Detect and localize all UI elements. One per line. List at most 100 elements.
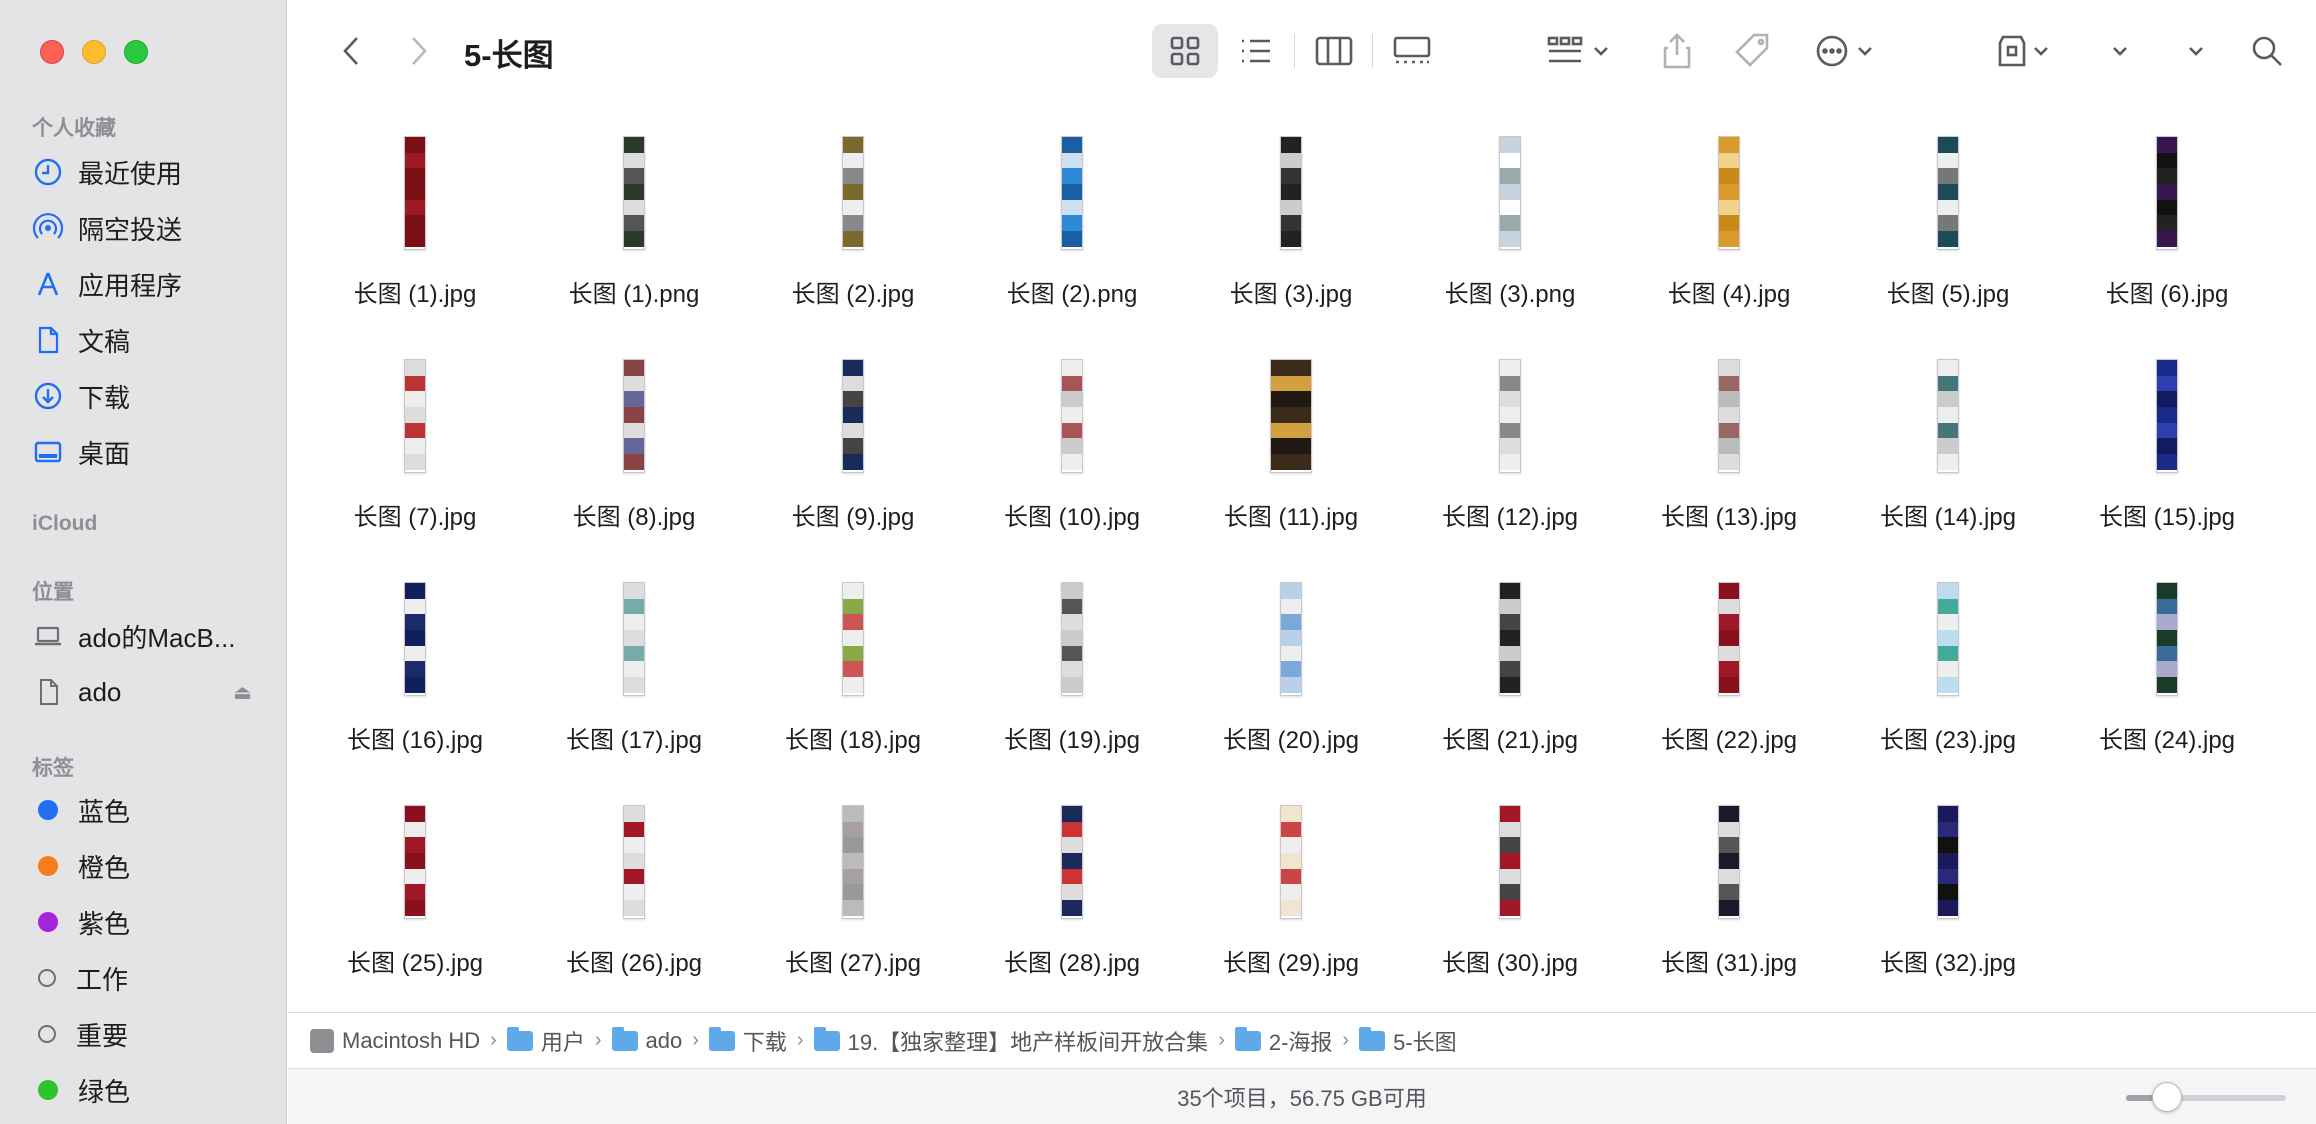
file-item[interactable]: 长图 (10).jpg [962, 343, 1182, 563]
file-thumbnail [1280, 805, 1302, 919]
sidebar-tag-orange[interactable]: 橙色 [32, 844, 252, 888]
file-name: 长图 (2).png [1006, 281, 1138, 308]
sidebar-tag-green[interactable]: 绿色 [32, 1068, 252, 1112]
file-item[interactable]: 长图 (30).jpg [1400, 789, 1620, 1009]
file-item[interactable]: 长图 (3).jpg [1181, 120, 1401, 340]
file-item[interactable]: 长图 (25).jpg [305, 789, 525, 1009]
file-item[interactable]: 长图 (17).jpg [524, 566, 744, 786]
file-item[interactable]: 长图 (18).jpg [743, 566, 963, 786]
sidebar-item-recents[interactable]: 最近使用 [32, 150, 252, 194]
file-name: 长图 (28).jpg [1003, 950, 1141, 977]
file-item[interactable]: 长图 (23).jpg [1838, 566, 2058, 786]
sidebar-item-applications[interactable]: 应用程序 [32, 262, 252, 306]
gallery-view-button[interactable] [1380, 28, 1444, 74]
file-item[interactable]: 长图 (24).jpg [2057, 566, 2277, 786]
sidebar-item-downloads[interactable]: 下载 [32, 374, 252, 418]
toolbar-dropdown-2[interactable] [2176, 28, 2216, 74]
sidebar-item-desktop[interactable]: 桌面 [32, 430, 252, 474]
sidebar-tag-important[interactable]: 重要 [32, 1012, 252, 1056]
sidebar-item-label: 桌面 [78, 438, 131, 469]
sidebar-tag-blue[interactable]: 蓝色 [32, 788, 252, 832]
sidebar-item-label: 文稿 [78, 326, 131, 357]
file-item[interactable]: 长图 (19).jpg [962, 566, 1182, 786]
file-item[interactable]: 长图 (20).jpg [1181, 566, 1401, 786]
column-view-button[interactable] [1304, 28, 1364, 74]
file-name: 长图 (5).jpg [1886, 281, 2010, 308]
file-item[interactable]: 长图 (1).png [524, 120, 744, 340]
file-thumbnail [1061, 359, 1083, 473]
share-button[interactable] [1652, 28, 1702, 74]
file-item[interactable]: 长图 (15).jpg [2057, 343, 2277, 563]
sidebar-item-documents[interactable]: 文稿 [32, 318, 252, 362]
hard-drive-icon [310, 1028, 334, 1053]
tag-button[interactable] [1726, 28, 1780, 74]
zoom-button[interactable] [124, 40, 148, 64]
file-item[interactable]: 长图 (7).jpg [305, 343, 525, 563]
breadcrumb-item[interactable]: 5-长图 [1359, 1025, 1457, 1057]
tags-header: 标签 [32, 757, 74, 780]
breadcrumb-item[interactable]: Macintosh HD [310, 1028, 480, 1054]
file-item[interactable]: 长图 (9).jpg [743, 343, 963, 563]
eject-icon[interactable]: ⏏ [233, 680, 252, 705]
breadcrumb-item[interactable]: 下载 [708, 1025, 787, 1057]
toolbar-dropdown-1[interactable] [2100, 28, 2140, 74]
file-name: 长图 (16).jpg [346, 727, 484, 754]
back-button[interactable] [328, 28, 374, 74]
list-view-button[interactable] [1226, 28, 1286, 74]
file-name: 长图 (18).jpg [784, 727, 922, 754]
file-item[interactable]: 长图 (26).jpg [524, 789, 744, 1009]
forward-button[interactable] [396, 28, 442, 74]
file-grid: 长图 (1).jpg 长图 (1).png 长图 (2).jpg 长图 (2).png… [288, 120, 2316, 1010]
file-item[interactable]: 长图 (22).jpg [1619, 566, 1839, 786]
file-thumbnail [842, 582, 864, 696]
file-item[interactable]: 长图 (32).jpg [1838, 789, 2058, 1009]
file-item[interactable]: 长图 (12).jpg [1400, 343, 1620, 563]
file-item[interactable]: 长图 (1).jpg [305, 120, 525, 340]
action-button[interactable] [1806, 28, 1882, 74]
file-item[interactable]: 长图 (13).jpg [1619, 343, 1839, 563]
file-item[interactable]: 长图 (4).jpg [1619, 120, 1839, 340]
file-item[interactable]: 长图 (2).jpg [743, 120, 963, 340]
file-item[interactable]: 长图 (6).jpg [2057, 120, 2277, 340]
icon-size-slider[interactable] [2126, 1082, 2286, 1112]
sidebar-item-airdrop[interactable]: 隔空投送 [32, 206, 252, 250]
file-name: 长图 (20).jpg [1222, 727, 1360, 754]
file-item[interactable]: 长图 (21).jpg [1400, 566, 1620, 786]
file-item[interactable]: 长图 (3).png [1400, 120, 1620, 340]
file-item[interactable]: 长图 (16).jpg [305, 566, 525, 786]
sidebar-item-ado-volume[interactable]: ado ⏏ [32, 670, 252, 714]
file-item[interactable]: 长图 (11).jpg [1181, 343, 1401, 563]
file-item[interactable]: 长图 (29).jpg [1181, 789, 1401, 1009]
file-thumbnail [1718, 136, 1740, 250]
file-item[interactable]: 长图 (27).jpg [743, 789, 963, 1009]
file-item[interactable]: 长图 (5).jpg [1838, 120, 2058, 340]
icon-view-button[interactable] [1152, 24, 1218, 78]
minimize-button[interactable] [82, 40, 106, 64]
sidebar-tag-purple[interactable]: 紫色 [32, 900, 252, 944]
file-name: 长图 (1).png [568, 281, 700, 308]
file-item[interactable]: 长图 (28).jpg [962, 789, 1182, 1009]
breadcrumb-label: 2-海报 [1268, 1029, 1333, 1055]
locations-header: 位置 [32, 581, 74, 604]
group-button[interactable] [1538, 28, 1618, 74]
file-item[interactable]: 长图 (8).jpg [524, 343, 744, 563]
breadcrumb-label: 下载 [742, 1029, 787, 1055]
breadcrumb-item[interactable]: 19.【独家整理】地产样板间开放合集 [813, 1025, 1208, 1057]
file-item[interactable]: 长图 (14).jpg [1838, 343, 2058, 563]
sidebar-item-macbook[interactable]: ado的MacB... [32, 614, 252, 658]
file-name: 长图 (12).jpg [1441, 504, 1579, 531]
extension-button[interactable] [1988, 28, 2058, 74]
search-button[interactable] [2242, 28, 2292, 74]
file-name: 长图 (1).jpg [353, 281, 477, 308]
tag-dot-icon [38, 1025, 56, 1043]
breadcrumb-label: 5-长图 [1393, 1029, 1457, 1055]
breadcrumb-item[interactable]: 2-海报 [1234, 1025, 1333, 1057]
breadcrumb-item[interactable]: 用户 [506, 1025, 585, 1057]
sidebar-tag-work[interactable]: 工作 [32, 956, 252, 1000]
slider-knob[interactable] [2152, 1082, 2182, 1112]
file-item[interactable]: 长图 (31).jpg [1619, 789, 1839, 1009]
close-button[interactable] [40, 40, 64, 64]
breadcrumb-item[interactable]: ado [611, 1026, 682, 1054]
columns-icon [1315, 36, 1353, 66]
file-item[interactable]: 长图 (2).png [962, 120, 1182, 340]
